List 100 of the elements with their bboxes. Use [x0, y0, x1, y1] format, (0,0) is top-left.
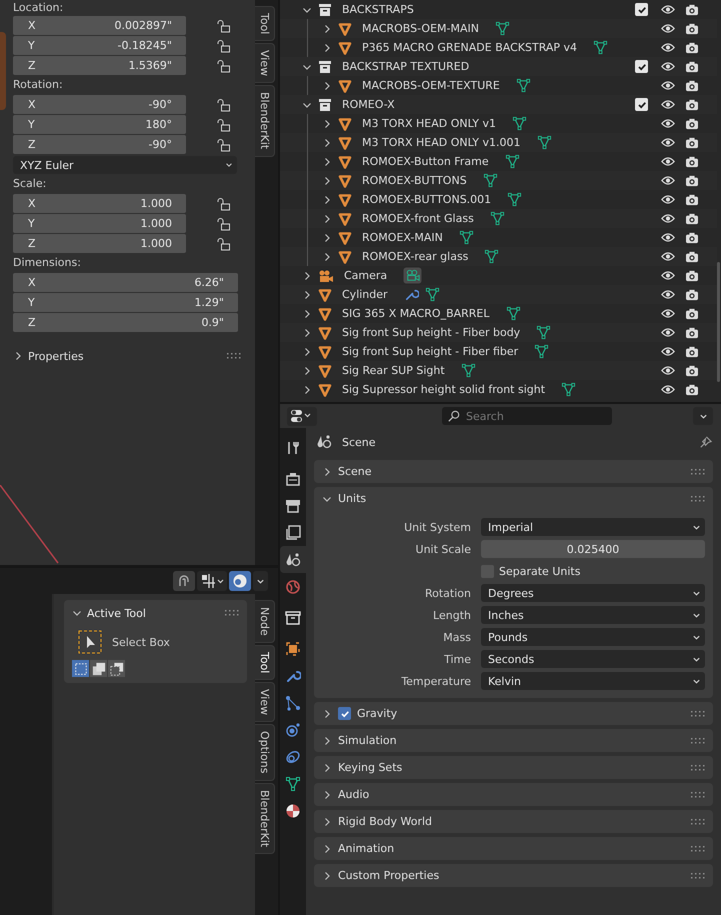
snap-target-dropdown[interactable]	[197, 571, 227, 591]
chevron-right-icon[interactable]	[322, 466, 332, 476]
collection-icon[interactable]	[285, 610, 301, 626]
eye-icon[interactable]	[661, 365, 675, 376]
pin-icon[interactable]	[698, 434, 713, 450]
eye-icon[interactable]	[661, 213, 675, 224]
drag-handle-icon[interactable]	[691, 468, 705, 474]
unlocked-icon[interactable]	[217, 18, 231, 32]
chevron-right-icon[interactable]	[322, 844, 332, 854]
number-field[interactable]: X 0.002897"	[13, 16, 186, 35]
unlocked-icon[interactable]	[217, 38, 231, 52]
outliner-item[interactable]: MACROBS-OEM-TEXTURE	[362, 78, 500, 92]
camera-icon[interactable]	[685, 232, 699, 244]
sidebar-tab[interactable]: View	[255, 682, 275, 722]
world-icon[interactable]	[285, 578, 301, 594]
eye-icon[interactable]	[661, 175, 675, 186]
camera-icon[interactable]	[685, 174, 699, 186]
eye-icon[interactable]	[661, 384, 675, 395]
chevron-right-icon[interactable]	[322, 156, 332, 166]
mesh-data-icon[interactable]	[593, 40, 608, 55]
select-box-icon[interactable]	[78, 630, 102, 654]
chevron-right-icon[interactable]	[322, 736, 332, 746]
unlocked-icon[interactable]	[217, 236, 231, 250]
chevron-right-icon[interactable]	[322, 118, 332, 128]
checkbox[interactable]	[635, 3, 648, 16]
drag-handle-icon[interactable]	[225, 610, 239, 616]
outliner-item[interactable]: ROMOEX-BUTTONS	[362, 174, 467, 188]
chevron-right-icon[interactable]	[322, 762, 332, 772]
dropdown[interactable]: Inches	[481, 606, 705, 624]
camera-icon[interactable]	[685, 212, 699, 224]
sidebar-tab[interactable]: View	[255, 43, 275, 84]
panel-title[interactable]: Animation	[338, 842, 394, 855]
unlocked-icon[interactable]	[217, 216, 231, 230]
number-field[interactable]: X -90°	[13, 95, 186, 114]
eye-icon[interactable]	[661, 80, 675, 91]
sidebar-tab[interactable]: Tool	[255, 6, 275, 42]
outliner-item[interactable]: ROMOEX-MAIN	[362, 230, 443, 244]
number-field[interactable]: Z 1.000	[13, 234, 186, 253]
eye-icon[interactable]	[661, 61, 675, 72]
chevron-right-icon[interactable]	[302, 270, 312, 280]
unlocked-icon[interactable]	[217, 138, 231, 152]
tool-icon[interactable]	[285, 440, 301, 456]
eye-icon[interactable]	[661, 118, 675, 129]
mesh-data-icon[interactable]	[504, 154, 520, 169]
scene-icon[interactable]	[285, 552, 301, 568]
object-icon[interactable]	[285, 640, 301, 656]
number-field[interactable]: Z 1.5369"	[13, 56, 186, 75]
mesh-data-icon[interactable]	[536, 325, 552, 340]
panel-title[interactable]: Audio	[338, 788, 370, 801]
outliner-item[interactable]: ROMOEX-BUTTONS.001	[362, 192, 492, 206]
camera-icon[interactable]	[685, 194, 699, 206]
mesh-data-icon[interactable]	[507, 192, 522, 207]
panel-title[interactable]: Gravity	[357, 707, 398, 720]
camera-icon[interactable]	[685, 98, 699, 110]
drag-handle-icon[interactable]	[691, 792, 705, 798]
drag-handle-icon[interactable]	[227, 353, 241, 359]
outliner-item[interactable]: BACKSTRAPS	[342, 2, 414, 16]
sidebar-tab[interactable]: Node	[255, 600, 275, 643]
camera-icon[interactable]	[685, 250, 699, 262]
chevron-right-icon[interactable]	[302, 384, 312, 394]
eye-icon[interactable]	[661, 42, 675, 53]
mesh-data-icon[interactable]	[506, 306, 521, 321]
chevron-right-icon[interactable]	[322, 194, 332, 204]
extend-mode-button[interactable]	[90, 660, 107, 677]
unlocked-icon[interactable]	[217, 58, 231, 72]
mesh-data-icon[interactable]	[490, 211, 505, 226]
camera-icon[interactable]	[685, 384, 699, 396]
particles-icon[interactable]	[285, 694, 301, 710]
panel-title[interactable]: Units	[338, 492, 366, 505]
scene-icon[interactable]	[316, 434, 332, 450]
mesh-data-icon[interactable]	[484, 249, 500, 264]
dropdown[interactable]: Kelvin	[481, 672, 705, 690]
outliner-item[interactable]: Sig Supressor height solid front sight	[342, 382, 546, 396]
panel-title[interactable]: Custom Properties	[338, 869, 440, 882]
chevron-right-icon[interactable]	[322, 816, 332, 826]
chevron-right-icon[interactable]	[322, 80, 332, 90]
camera-icon[interactable]	[685, 118, 699, 130]
camera-icon[interactable]	[685, 326, 699, 338]
panel-title[interactable]: Active Tool	[87, 606, 146, 620]
checkbox[interactable]	[338, 707, 351, 720]
outliner-item[interactable]: ROMOEX-rear glass	[362, 250, 468, 264]
drag-handle-icon[interactable]	[691, 496, 705, 502]
outliner-item[interactable]: MACROBS-OEM-MAIN	[362, 22, 479, 36]
eye-icon[interactable]	[661, 251, 675, 262]
chevron-right-icon[interactable]	[302, 346, 312, 356]
outliner-item[interactable]: Sig Rear SUP Sight	[342, 364, 445, 378]
eye-icon[interactable]	[661, 289, 675, 300]
view-layer-icon[interactable]	[285, 524, 301, 540]
number-field[interactable]: X 1.000	[13, 194, 186, 213]
number-field[interactable]: Y 1.000	[13, 214, 186, 233]
camera-icon[interactable]	[685, 4, 699, 16]
drag-handle-icon[interactable]	[691, 710, 705, 716]
chevron-right-icon[interactable]	[13, 351, 23, 361]
outliner-item[interactable]: SIG 365 X MACRO_BARREL	[342, 306, 490, 320]
outliner-item[interactable]: BACKSTRAP TEXTURED	[342, 60, 470, 74]
eye-icon[interactable]	[661, 99, 675, 110]
mesh-data-icon[interactable]	[458, 230, 474, 245]
set-mode-button[interactable]	[72, 660, 89, 677]
mesh-data-icon[interactable]	[482, 173, 498, 188]
eye-icon[interactable]	[661, 23, 675, 34]
